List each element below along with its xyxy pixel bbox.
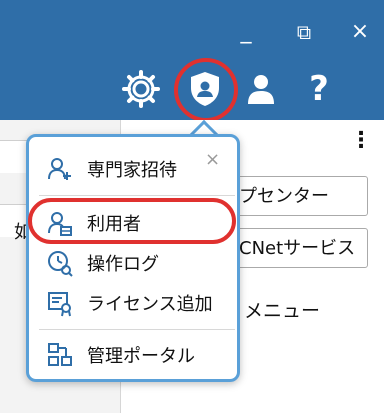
help-center-button[interactable]: プセンター xyxy=(226,176,368,216)
menu-item-label: ライセンス追加 xyxy=(87,294,213,315)
menu-item-invite-expert[interactable]: 専門家招待 xyxy=(39,151,235,187)
menu-separator xyxy=(39,329,235,330)
menu-separator xyxy=(39,195,235,196)
admin-popup-menu: × 専門家招待 利用者 操作ログ ライセンス追加 管理ポータル xyxy=(26,134,240,382)
users-item-highlight xyxy=(28,198,236,244)
account-button[interactable] xyxy=(238,66,284,112)
help-button[interactable]: ? xyxy=(296,66,342,112)
admin-button-highlight xyxy=(174,58,238,122)
more-options-icon[interactable]: ⋮ xyxy=(350,128,372,153)
history-log-icon xyxy=(45,249,75,277)
menu-item-label: 管理ポータル xyxy=(87,346,195,367)
license-add-icon xyxy=(45,289,75,317)
menu-item-operation-log[interactable]: 操作ログ xyxy=(39,245,235,281)
gear-icon xyxy=(122,70,160,108)
menu-item-admin-portal[interactable]: 管理ポータル xyxy=(39,337,235,373)
title-bar: _ ⧉ × xyxy=(0,0,384,60)
menu-heading: メニュー xyxy=(244,300,321,322)
settings-button[interactable] xyxy=(118,66,164,112)
menu-item-label: 専門家招待 xyxy=(87,160,177,181)
menu-item-add-license[interactable]: ライセンス追加 xyxy=(39,285,235,321)
invite-user-icon xyxy=(45,155,75,183)
menu-item-label: 操作ログ xyxy=(87,254,159,275)
portal-network-icon xyxy=(45,341,75,369)
restore-button[interactable]: ⧉ xyxy=(290,18,318,46)
help-icon: ? xyxy=(309,69,329,109)
cnet-service-button[interactable]: CNetサービス xyxy=(226,228,368,268)
close-window-button[interactable]: × xyxy=(346,18,374,46)
minimize-button[interactable]: _ xyxy=(232,18,260,46)
user-icon xyxy=(248,75,274,104)
